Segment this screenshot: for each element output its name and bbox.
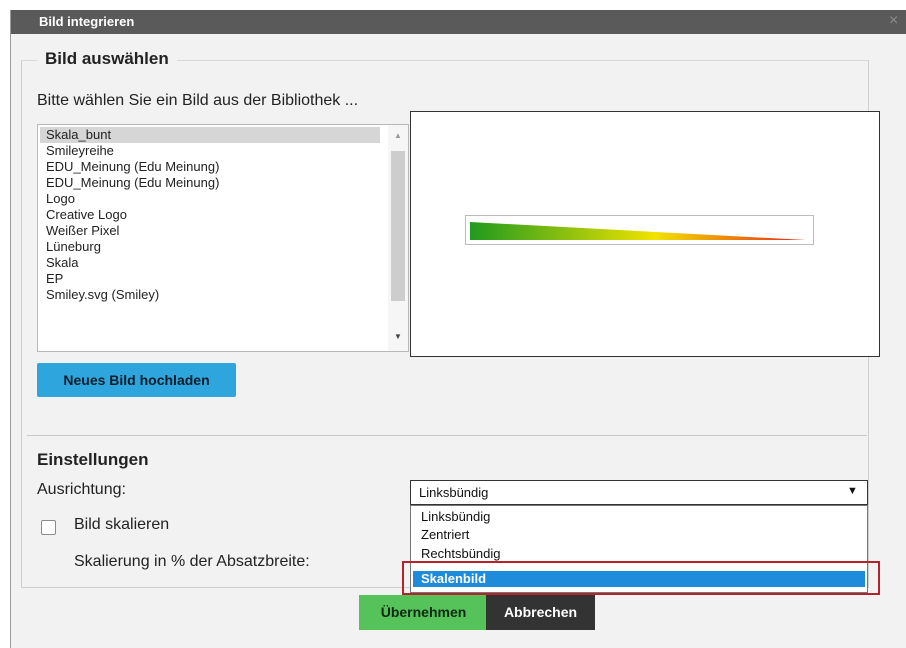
- apply-button[interactable]: Übernehmen: [359, 595, 488, 630]
- scale-percent-label: Skalierung in % der Absatzbreite:: [74, 553, 310, 570]
- dialog-title: Bild integrieren: [39, 14, 135, 29]
- list-item[interactable]: Skala: [40, 255, 380, 271]
- option-rechtsbuendig[interactable]: Rechtsbündig: [413, 546, 865, 562]
- list-item[interactable]: Lüneburg: [40, 239, 380, 255]
- library-intro-text: Bitte wählen Sie ein Bild aus der Biblio…: [37, 92, 359, 109]
- highlight-callout-box: [402, 561, 880, 595]
- scale-checkbox[interactable]: [41, 520, 56, 535]
- list-scrollbar[interactable]: ▲ ▼: [388, 125, 408, 351]
- scale-checkbox-label: Bild skalieren: [74, 516, 170, 533]
- close-icon[interactable]: ×: [889, 12, 898, 30]
- alignment-label: Ausrichtung:: [37, 481, 126, 498]
- image-select-legend: Bild auswählen: [37, 49, 177, 69]
- list-item[interactable]: Smileyreihe: [40, 143, 380, 159]
- image-preview: [410, 111, 880, 357]
- scroll-down-icon[interactable]: ▼: [394, 332, 402, 341]
- upload-image-button[interactable]: Neues Bild hochladen: [37, 363, 236, 397]
- settings-title: Einstellungen: [37, 450, 149, 469]
- list-item[interactable]: Smiley.svg (Smiley): [40, 287, 380, 303]
- cancel-button[interactable]: Abbrechen: [486, 595, 595, 630]
- dialog-titlebar: Bild integrieren ×: [11, 10, 906, 34]
- section-divider: [27, 435, 867, 436]
- scroll-up-icon[interactable]: ▲: [394, 131, 402, 140]
- gradient-wedge: [470, 222, 806, 240]
- list-item[interactable]: Skala_bunt: [40, 127, 380, 143]
- scale-gradient-image: [465, 215, 814, 245]
- list-item[interactable]: Weißer Pixel: [40, 223, 380, 239]
- alignment-select-value: Linksbündig: [419, 485, 489, 500]
- chevron-down-icon[interactable]: ▼: [847, 485, 858, 497]
- list-item[interactable]: Logo: [40, 191, 380, 207]
- image-library-list[interactable]: Skala_bunt Smileyreihe EDU_Meinung (Edu …: [37, 124, 409, 352]
- list-item[interactable]: EDU_Meinung (Edu Meinung): [40, 175, 380, 191]
- scrollbar-thumb[interactable]: [391, 151, 405, 301]
- option-zentriert[interactable]: Zentriert: [413, 527, 865, 543]
- list-item[interactable]: EP: [40, 271, 380, 287]
- alignment-select[interactable]: Linksbündig ▼: [410, 480, 868, 505]
- option-linksbuendig[interactable]: Linksbündig: [413, 509, 865, 525]
- list-item[interactable]: EDU_Meinung (Edu Meinung): [40, 159, 380, 175]
- list-item[interactable]: Creative Logo: [40, 207, 380, 223]
- gradient-wedge-graphic: [470, 222, 806, 240]
